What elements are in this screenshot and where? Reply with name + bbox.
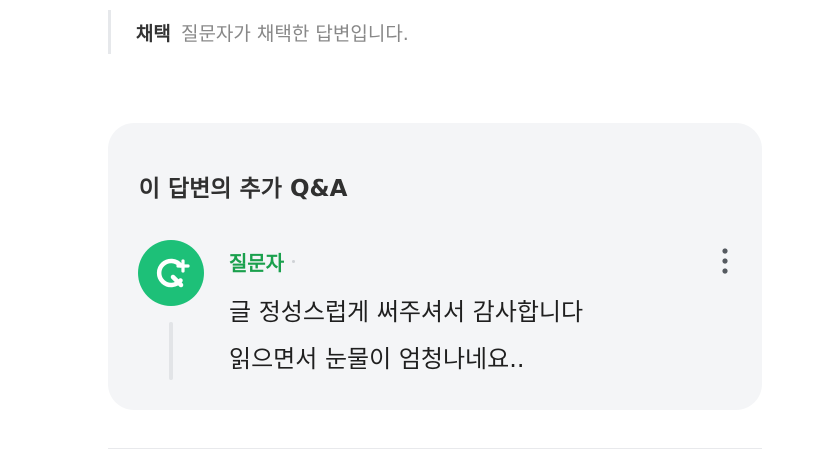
qa-section-title: 이 답변의 추가 Q&A xyxy=(139,176,348,202)
comment-author-row: 질문자 xyxy=(229,247,296,276)
page: 채택 질문자가 채택한 답변입니다. 이 답변의 추가 Q&A 질문자 글 정성… xyxy=(0,0,839,466)
more-vertical-icon xyxy=(722,248,728,274)
comment-line: 읽으면서 눈물이 엄청나네요.. xyxy=(229,345,525,373)
more-options-button[interactable] xyxy=(713,245,737,277)
author-separator-dot xyxy=(292,260,296,263)
adopted-answer-note: 채택 질문자가 채택한 답변입니다. xyxy=(108,10,409,54)
adopted-tag: 채택 xyxy=(136,22,171,45)
comment-body: 글 정성스럽게 써주셔서 감사합니다 읽으면서 눈물이 엄청나네요.. xyxy=(229,289,729,383)
section-divider xyxy=(108,448,762,449)
q-plus-icon xyxy=(138,240,204,306)
adopted-description: 질문자가 채택한 답변입니다. xyxy=(180,22,409,45)
avatar[interactable] xyxy=(138,240,204,306)
comment-author-name[interactable]: 질문자 xyxy=(229,247,284,276)
thread-line xyxy=(169,322,173,380)
additional-qa-card: 이 답변의 추가 Q&A 질문자 글 정성스럽게 써주셔서 감사합니다 읽으면서… xyxy=(108,123,762,410)
comment-line: 글 정성스럽게 써주셔서 감사합니다 xyxy=(229,298,584,326)
